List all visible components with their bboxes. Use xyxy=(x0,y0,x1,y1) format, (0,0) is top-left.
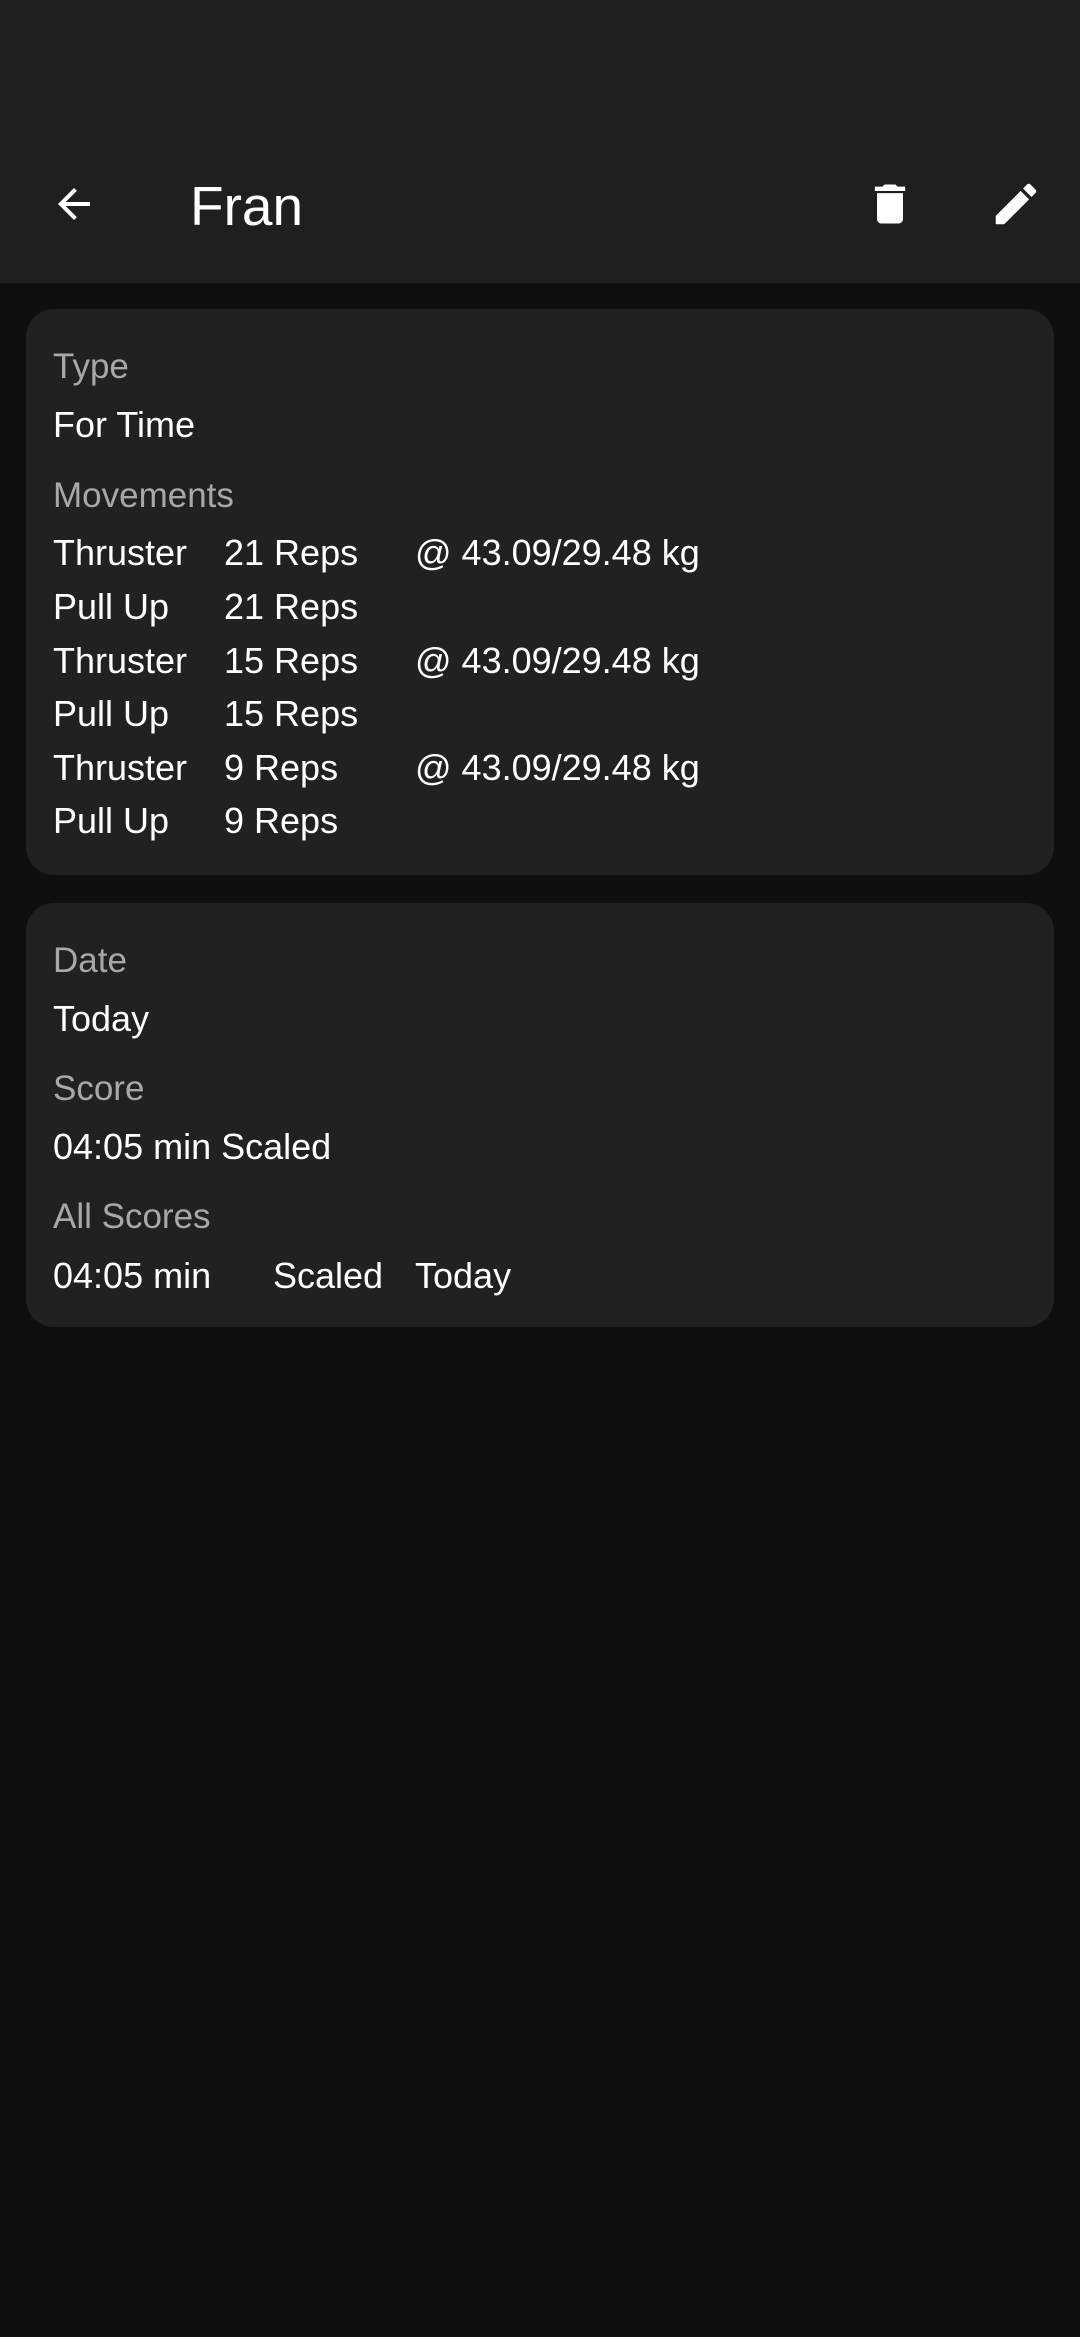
movement-name: Thruster xyxy=(53,532,188,573)
page-title: Fran xyxy=(190,175,304,237)
movements-label: Movements xyxy=(53,476,234,515)
type-value: For Time xyxy=(53,404,196,445)
movement-name: Thruster xyxy=(53,640,188,681)
edit-button[interactable] xyxy=(984,172,1048,236)
app-bar: Fran xyxy=(0,126,1080,283)
movement-name: Pull Up xyxy=(53,586,170,627)
score-value: 04:05 min Scaled xyxy=(53,1126,332,1167)
all-scores-label: All Scores xyxy=(53,1197,211,1236)
movement-reps: 15 Reps xyxy=(224,640,359,681)
type-label: Type xyxy=(53,347,129,386)
movement-reps: 9 Reps xyxy=(224,747,339,788)
score-label: Score xyxy=(53,1069,145,1108)
delete-button[interactable] xyxy=(858,172,922,236)
date-value: Today xyxy=(53,998,150,1039)
movement-weight: @ 43.09/29.48 kg xyxy=(415,532,700,573)
movement-name: Pull Up xyxy=(53,693,170,734)
pencil-icon xyxy=(995,183,1037,225)
movement-weight: @ 43.09/29.48 kg xyxy=(415,747,700,788)
date-label: Date xyxy=(53,941,127,980)
movement-reps: 21 Reps xyxy=(224,532,359,573)
movement-reps: 15 Reps xyxy=(224,693,359,734)
arrow-back-icon xyxy=(58,188,90,220)
back-button[interactable] xyxy=(42,172,106,236)
movement-name: Thruster xyxy=(53,747,188,788)
score-entry-scaling: Scaled xyxy=(273,1255,384,1296)
score-entry-date: Today xyxy=(415,1255,512,1296)
status-bar xyxy=(0,0,1080,126)
workout-details-card: Type For Time Movements Thruster 21 Reps… xyxy=(26,309,1054,875)
trash-icon xyxy=(874,184,906,224)
movement-name: Pull Up xyxy=(53,800,170,841)
score-entry-time: 04:05 min xyxy=(53,1255,212,1296)
movement-reps: 21 Reps xyxy=(224,586,359,627)
movement-weight: @ 43.09/29.48 kg xyxy=(415,640,700,681)
movement-reps: 9 Reps xyxy=(224,800,339,841)
result-card: Date Today Score 04:05 min Scaled All Sc… xyxy=(26,903,1054,1327)
